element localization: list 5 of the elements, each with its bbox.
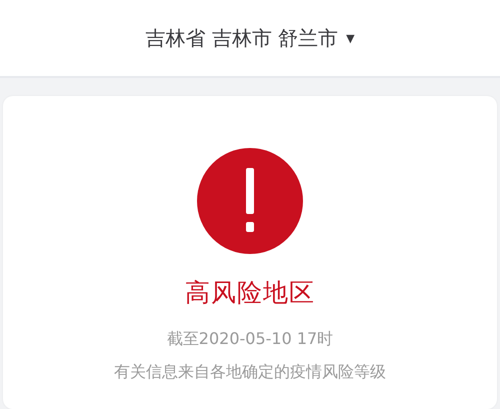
location-selector[interactable]: 吉林省 吉林市 舒兰市 ▼: [139, 20, 361, 56]
update-time: 截至2020-05-10 17时: [166, 329, 334, 350]
info-note: 有关信息来自各地确定的疫情风险等级: [114, 362, 386, 383]
risk-level-title: 高风险地区: [185, 277, 315, 309]
caret-icon: ▼: [346, 32, 355, 44]
